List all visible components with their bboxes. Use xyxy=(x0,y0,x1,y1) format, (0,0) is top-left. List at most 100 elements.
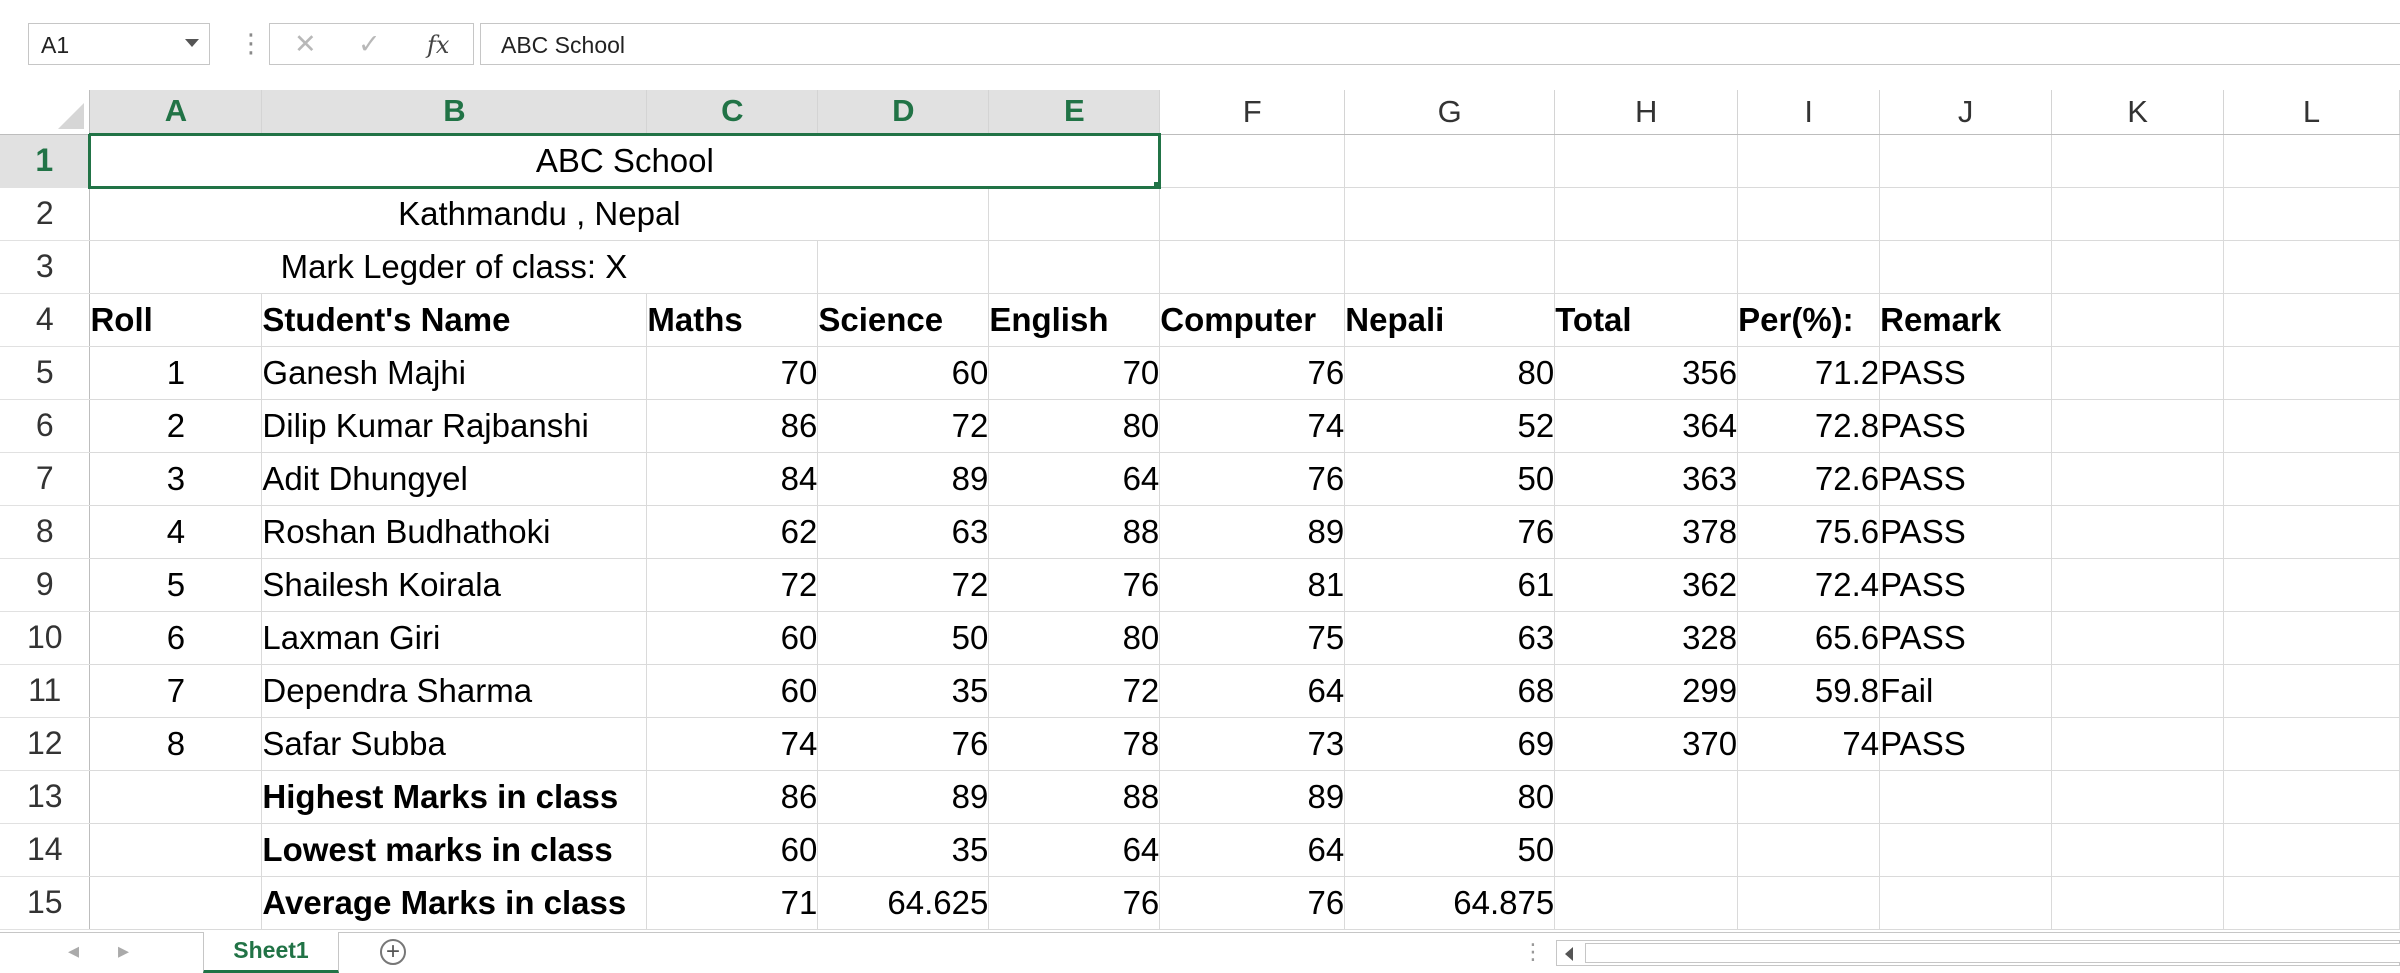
cell-maths[interactable]: 71 xyxy=(646,876,819,930)
cell[interactable] xyxy=(1159,134,1346,188)
cell-science[interactable]: 35 xyxy=(817,664,990,718)
sheet-tab-sheet1[interactable]: Sheet1 xyxy=(203,932,339,973)
row-header-3[interactable]: 3 xyxy=(0,240,91,294)
column-header-f[interactable]: F xyxy=(1159,90,1346,135)
cell-english[interactable]: 72 xyxy=(988,664,1161,718)
cell[interactable] xyxy=(2051,505,2225,559)
column-header-d[interactable]: D xyxy=(817,90,990,136)
cell-computer[interactable]: 81 xyxy=(1159,558,1346,612)
cell-total[interactable]: 299 xyxy=(1554,664,1739,718)
cell-science[interactable]: 64.625 xyxy=(817,876,990,930)
cell-percent[interactable]: 72.8 xyxy=(1737,399,1881,453)
header-remark[interactable]: Remark xyxy=(1879,293,2053,347)
header-computer[interactable]: Computer xyxy=(1159,293,1346,347)
enter-check-icon[interactable]: ✓ xyxy=(358,29,381,59)
cell[interactable] xyxy=(2051,664,2225,718)
cell-english[interactable]: 78 xyxy=(988,717,1161,771)
cell[interactable] xyxy=(1554,240,1739,294)
cell-remark[interactable]: Fail xyxy=(1879,664,2053,718)
cell-roll[interactable]: 3 xyxy=(89,452,263,506)
cell[interactable] xyxy=(2223,664,2400,718)
cell-percent[interactable]: 74 xyxy=(1737,717,1881,771)
cell-student-name[interactable]: Ganesh Majhi xyxy=(261,346,648,400)
cell-total[interactable]: 356 xyxy=(1554,346,1739,400)
cell[interactable] xyxy=(2051,293,2225,347)
cell-student-name[interactable]: Dilip Kumar Rajbanshi xyxy=(261,399,648,453)
select-all-corner[interactable] xyxy=(0,90,91,135)
cell[interactable] xyxy=(1344,187,1556,241)
cell-remark[interactable]: PASS xyxy=(1879,611,2053,665)
cell[interactable] xyxy=(1554,876,1739,930)
cell-nepali[interactable]: 68 xyxy=(1344,664,1556,718)
cell-maths[interactable]: 60 xyxy=(646,611,819,665)
cell-nepali[interactable]: 50 xyxy=(1344,452,1556,506)
cell-student-name[interactable]: Roshan Budhathoki xyxy=(261,505,648,559)
cell-computer[interactable]: 76 xyxy=(1159,452,1346,506)
cell-computer[interactable]: 73 xyxy=(1159,717,1346,771)
cell[interactable] xyxy=(1554,134,1739,188)
row-header-10[interactable]: 10 xyxy=(0,611,91,665)
cell-nepali[interactable]: 80 xyxy=(1344,346,1556,400)
chevron-down-icon[interactable] xyxy=(185,39,199,47)
cell-english[interactable]: 76 xyxy=(988,876,1161,930)
row-header-5[interactable]: 5 xyxy=(0,346,91,400)
cell-percent[interactable]: 75.6 xyxy=(1737,505,1881,559)
cell[interactable] xyxy=(1737,240,1881,294)
cell-student-name[interactable]: Safar Subba xyxy=(261,717,648,771)
cell-english[interactable]: 64 xyxy=(988,452,1161,506)
cell-percent[interactable]: 59.8 xyxy=(1737,664,1881,718)
cell-science[interactable]: 63 xyxy=(817,505,990,559)
cell[interactable] xyxy=(1879,187,2053,241)
cell[interactable] xyxy=(988,240,1161,294)
cell[interactable] xyxy=(1554,770,1739,824)
row-header-2[interactable]: 2 xyxy=(0,187,91,241)
cell-student-name[interactable]: Shailesh Koirala xyxy=(261,558,648,612)
cell[interactable] xyxy=(1344,240,1556,294)
cell-total[interactable]: 364 xyxy=(1554,399,1739,453)
cell-total[interactable]: 362 xyxy=(1554,558,1739,612)
cell[interactable] xyxy=(817,240,990,294)
cell-a1-school-name[interactable]: ABC School xyxy=(88,132,1162,189)
cell[interactable] xyxy=(2223,187,2400,241)
cell-remark[interactable]: PASS xyxy=(1879,346,2053,400)
cell-roll[interactable]: 8 xyxy=(89,717,263,771)
cell[interactable] xyxy=(2051,399,2225,453)
cell[interactable] xyxy=(988,187,1161,241)
cell[interactable] xyxy=(2051,452,2225,506)
cell-student-name[interactable]: Laxman Giri xyxy=(261,611,648,665)
cell[interactable] xyxy=(2051,717,2225,771)
chevron-right-icon[interactable]: ▸ xyxy=(118,938,129,964)
header-student-name[interactable]: Student's Name xyxy=(261,293,648,347)
cell[interactable] xyxy=(2223,505,2400,559)
cell-computer[interactable]: 76 xyxy=(1159,346,1346,400)
cell-english[interactable]: 76 xyxy=(988,558,1161,612)
cell-english[interactable]: 88 xyxy=(988,770,1161,824)
cell-science[interactable]: 60 xyxy=(817,346,990,400)
cell-computer[interactable]: 64 xyxy=(1159,823,1346,877)
cell-science[interactable]: 89 xyxy=(817,770,990,824)
row-header-1[interactable]: 1 xyxy=(0,134,92,188)
cell[interactable] xyxy=(2223,399,2400,453)
cell-maths[interactable]: 70 xyxy=(646,346,819,400)
cell[interactable] xyxy=(2223,452,2400,506)
header-maths[interactable]: Maths xyxy=(646,293,819,347)
cell-computer[interactable]: 76 xyxy=(1159,876,1346,930)
chevron-left-icon[interactable]: ◂ xyxy=(68,938,79,964)
cell-english[interactable]: 70 xyxy=(988,346,1161,400)
cell[interactable] xyxy=(2051,134,2225,188)
cell[interactable] xyxy=(2051,611,2225,665)
cell-nepali[interactable]: 80 xyxy=(1344,770,1556,824)
cell-nepali[interactable]: 61 xyxy=(1344,558,1556,612)
cell[interactable] xyxy=(2223,346,2400,400)
cell[interactable] xyxy=(1737,187,1881,241)
cell-student-name[interactable]: Dependra Sharma xyxy=(261,664,648,718)
row-header-8[interactable]: 8 xyxy=(0,505,91,559)
cell-percent[interactable]: 72.6 xyxy=(1737,452,1881,506)
cell[interactable] xyxy=(1159,240,1346,294)
cell[interactable] xyxy=(2051,876,2225,930)
cell[interactable] xyxy=(89,876,263,930)
cell[interactable] xyxy=(2051,346,2225,400)
cancel-icon[interactable]: ✕ xyxy=(294,29,317,59)
scrollbar-thumb[interactable] xyxy=(1585,943,2400,963)
cell[interactable] xyxy=(1737,770,1881,824)
